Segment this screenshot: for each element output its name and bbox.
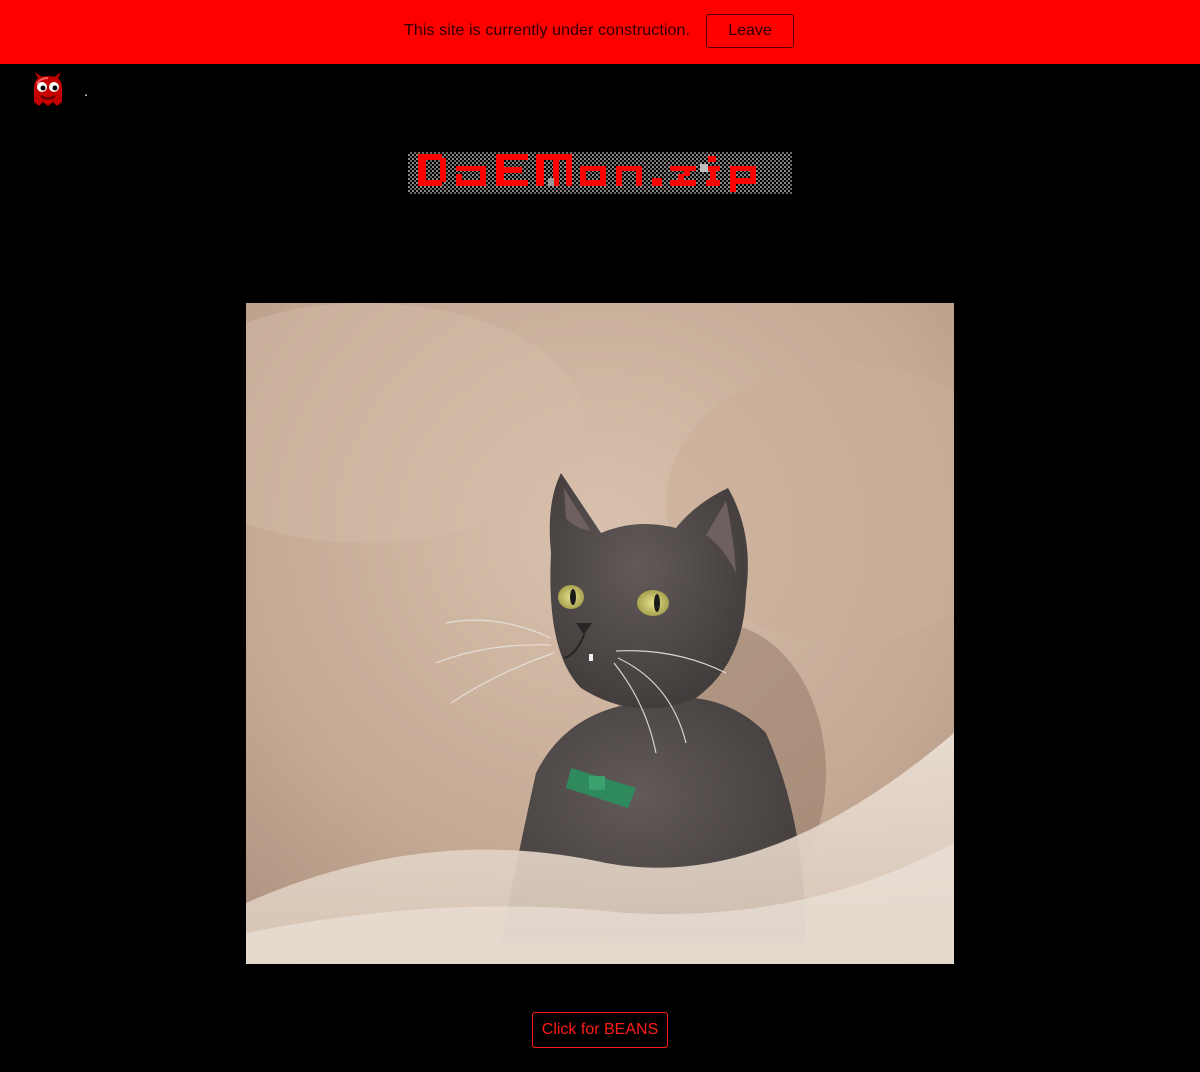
daemon-mascot-icon[interactable]	[30, 72, 66, 108]
site-title-logo	[408, 150, 792, 194]
beans-button[interactable]: Click for BEANS	[532, 1012, 668, 1048]
construction-message: This site is currently under constructio…	[404, 22, 691, 39]
construction-banner: This site is currently under constructio…	[0, 0, 1200, 64]
leave-button[interactable]: Leave	[706, 14, 794, 48]
top-nav: .	[0, 64, 1200, 120]
cat-photo	[246, 303, 954, 964]
home-link[interactable]: .	[84, 84, 88, 98]
